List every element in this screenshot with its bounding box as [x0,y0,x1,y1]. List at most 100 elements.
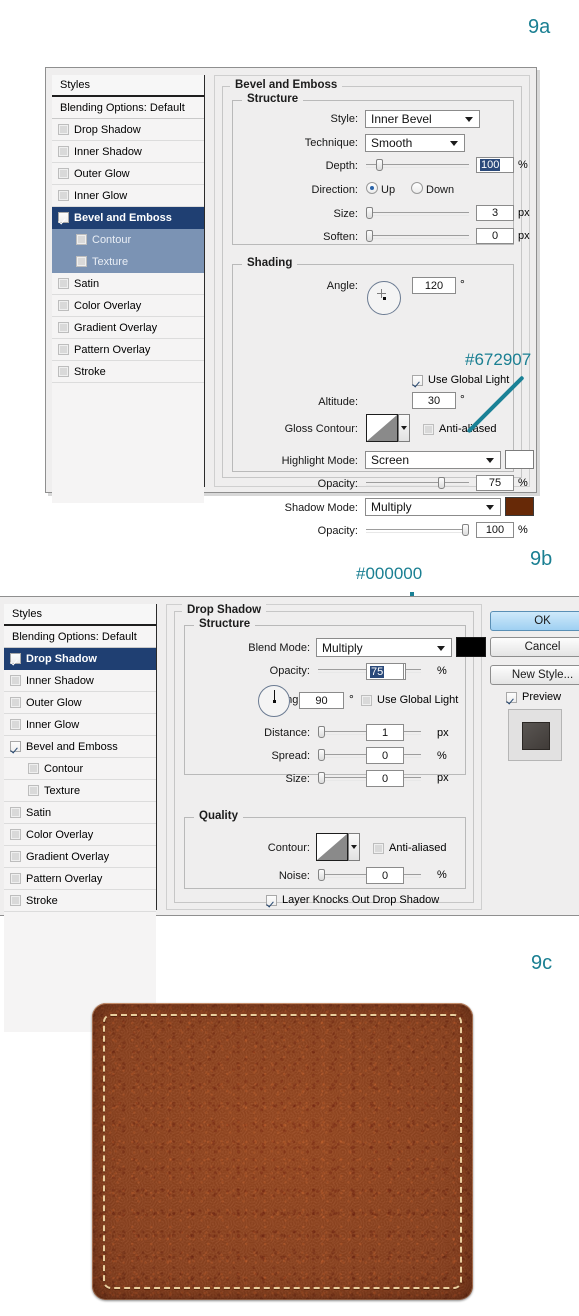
style-enable-checkbox[interactable] [58,300,69,311]
dropshadow-color-swatch[interactable] [456,637,486,657]
slider-thumb[interactable] [318,726,325,738]
style-list-item[interactable]: Outer Glow [52,163,204,185]
slider-thumb[interactable] [376,159,383,171]
knockout-checkbox[interactable] [266,894,277,906]
style-list-item[interactable]: Contour [52,229,204,251]
style-enable-checkbox[interactable] [76,256,87,267]
style-enable-checkbox[interactable] [58,278,69,289]
ok-button[interactable]: OK [490,611,579,631]
style-enable-checkbox[interactable] [10,895,21,906]
styles-blending-options[interactable]: Blending Options: Default [4,626,156,648]
slider-thumb[interactable] [366,230,373,242]
style-select[interactable]: Inner Bevel [365,110,480,128]
style-list-item[interactable]: Bevel and Emboss [4,736,156,758]
styles-blending-options[interactable]: Blending Options: Default [52,97,204,119]
use-global-light-row-dropshadow[interactable]: Use Global Light [361,694,458,706]
ds-size-input[interactable]: 0 [366,770,404,787]
anti-aliased-checkbox[interactable] [423,423,434,435]
style-enable-checkbox[interactable] [58,366,69,377]
direction-up-radio[interactable] [366,182,378,194]
shadow-color-swatch[interactable] [505,497,534,516]
noise-input[interactable]: 0 [366,867,404,884]
highlight-mode-select[interactable]: Screen [365,451,501,469]
ds-contour-dropdown[interactable] [348,833,360,861]
highlight-opacity-slider[interactable] [366,477,469,489]
style-list-item[interactable]: Gradient Overlay [4,846,156,868]
shadow-opacity-slider[interactable] [366,524,469,536]
anti-aliased-row-bevel[interactable]: Anti-aliased [423,423,496,435]
style-enable-checkbox[interactable] [10,829,21,840]
anti-aliased-checkbox[interactable] [373,842,384,854]
highlight-opacity-input[interactable]: 75 [476,475,514,491]
style-enable-checkbox[interactable] [10,675,21,686]
style-list-item[interactable]: Satin [4,802,156,824]
style-list-item[interactable]: Pattern Overlay [4,868,156,890]
style-enable-checkbox[interactable] [10,653,21,664]
slider-thumb[interactable] [366,207,373,219]
depth-input[interactable]: 100 [476,157,514,173]
gloss-contour-swatch[interactable] [366,414,398,442]
style-enable-checkbox[interactable] [28,763,39,774]
angle-dial[interactable] [367,281,401,315]
highlight-color-swatch[interactable] [505,450,534,469]
style-list-item[interactable]: Texture [4,780,156,802]
style-list-item[interactable]: Inner Shadow [52,141,204,163]
ds-contour-swatch[interactable] [316,833,348,861]
style-enable-checkbox[interactable] [10,851,21,862]
style-enable-checkbox[interactable] [58,344,69,355]
style-list-item[interactable]: Drop Shadow [52,119,204,141]
direction-down-radio[interactable] [411,182,423,194]
style-list-item[interactable]: Stroke [52,361,204,383]
anti-aliased-row-dropshadow[interactable]: Anti-aliased [373,842,446,854]
style-list-item[interactable]: Inner Shadow [4,670,156,692]
style-list-item[interactable]: Inner Glow [52,185,204,207]
style-enable-checkbox[interactable] [10,807,21,818]
style-enable-checkbox[interactable] [58,190,69,201]
slider-thumb[interactable] [438,477,445,489]
style-enable-checkbox[interactable] [58,146,69,157]
new-style-button[interactable]: New Style... [490,665,579,685]
style-list-item[interactable]: Outer Glow [4,692,156,714]
size-slider[interactable] [366,207,469,219]
spread-input[interactable]: 0 [366,747,404,764]
style-list-item[interactable]: Color Overlay [4,824,156,846]
ds-angle-input[interactable]: 90 [299,692,344,709]
soften-input[interactable]: 0 [476,228,514,244]
style-list-item[interactable]: Gradient Overlay [52,317,204,339]
ds-angle-dial-main[interactable] [258,685,290,717]
style-enable-checkbox[interactable] [10,873,21,884]
slider-thumb[interactable] [318,749,325,761]
ds-opacity-numeric[interactable]: 75 [366,663,404,680]
preview-row[interactable]: Preview [506,691,561,703]
technique-select[interactable]: Smooth [365,134,465,152]
style-list-item[interactable]: Bevel and Emboss [52,207,204,229]
style-enable-checkbox[interactable] [58,124,69,135]
shadow-opacity-input[interactable]: 100 [476,522,514,538]
style-list-item[interactable]: Contour [4,758,156,780]
angle-input[interactable]: 120 [412,277,456,294]
style-list-item[interactable]: Color Overlay [52,295,204,317]
shadow-mode-select[interactable]: Multiply [365,498,501,516]
style-list-item[interactable]: Inner Glow [4,714,156,736]
altitude-input[interactable]: 30 [412,392,456,409]
style-list-item[interactable]: Stroke [4,890,156,912]
style-enable-checkbox[interactable] [58,168,69,179]
style-enable-checkbox[interactable] [58,322,69,333]
distance-input[interactable]: 1 [366,724,404,741]
style-list-item[interactable]: Drop Shadow [4,648,156,670]
gloss-contour-dropdown[interactable] [398,414,410,442]
style-enable-checkbox[interactable] [10,697,21,708]
cancel-button[interactable]: Cancel [490,637,579,657]
depth-slider[interactable] [366,159,469,171]
style-enable-checkbox[interactable] [10,741,21,752]
use-global-light-row-bevel[interactable]: Use Global Light [412,374,509,386]
style-enable-checkbox[interactable] [76,234,87,245]
slider-thumb[interactable] [318,869,325,881]
style-list-item[interactable]: Satin [52,273,204,295]
use-global-light-checkbox[interactable] [412,374,423,386]
preview-checkbox[interactable] [506,691,517,703]
soften-slider[interactable] [366,230,469,242]
blend-mode-select[interactable]: Multiply [316,638,452,657]
size-input[interactable]: 3 [476,205,514,221]
use-global-light-checkbox[interactable] [361,694,372,706]
